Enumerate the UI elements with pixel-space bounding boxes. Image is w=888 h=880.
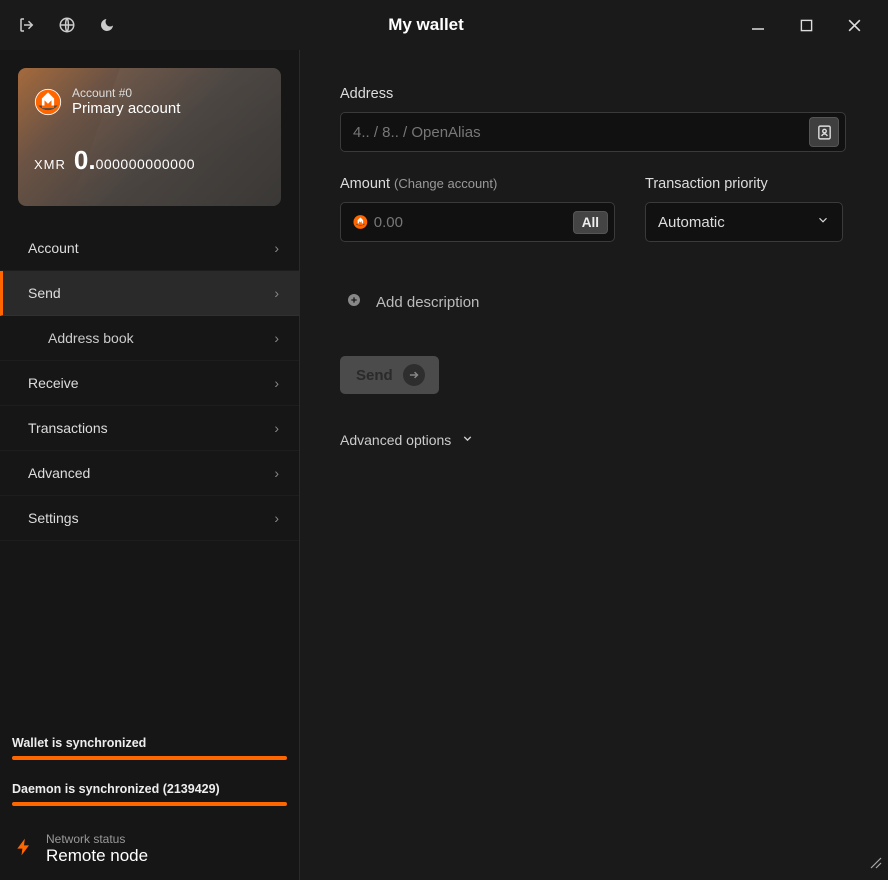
chevron-right-icon: › <box>274 375 279 391</box>
network-status[interactable]: Network status Remote node <box>0 828 299 880</box>
advanced-options-toggle[interactable]: Advanced options <box>340 432 848 448</box>
change-account-link[interactable]: (Change account) <box>394 176 497 191</box>
plus-circle-icon <box>346 292 362 312</box>
amount-all-button[interactable]: All <box>573 211 608 234</box>
account-name: Primary account <box>72 100 180 117</box>
nav-receive[interactable]: Receive › <box>0 361 299 406</box>
priority-label: Transaction priority <box>645 176 843 192</box>
moon-icon[interactable] <box>96 14 118 36</box>
amount-label: Amount (Change account) <box>340 176 615 192</box>
chevron-right-icon: › <box>274 330 279 346</box>
nav-transactions[interactable]: Transactions › <box>0 406 299 451</box>
chevron-down-icon <box>461 432 474 448</box>
chevron-right-icon: › <box>274 420 279 436</box>
wallet-sync-status: Wallet is synchronized <box>0 736 299 782</box>
window-title: My wallet <box>118 15 734 35</box>
add-description-button[interactable]: Add description <box>340 292 848 312</box>
nav-address-book[interactable]: Address book › <box>0 316 299 361</box>
chevron-down-icon <box>816 213 830 231</box>
maximize-button[interactable] <box>782 5 830 45</box>
daemon-sync-bar <box>12 802 287 806</box>
content-area: Address Amount (Change account) All <box>300 50 888 880</box>
daemon-sync-status: Daemon is synchronized (2139429) <box>0 782 299 828</box>
nav-settings[interactable]: Settings › <box>0 496 299 541</box>
chevron-right-icon: › <box>274 285 279 301</box>
priority-select[interactable]: Automatic <box>645 202 843 242</box>
account-number: Account #0 <box>72 86 180 100</box>
address-input-wrap <box>340 112 846 152</box>
close-button[interactable] <box>830 5 878 45</box>
arrow-right-circle-icon <box>403 364 425 386</box>
minimize-button[interactable] <box>734 5 782 45</box>
wallet-sync-bar <box>12 756 287 760</box>
sidebar: Account #0 Primary account XMR 0.0000000… <box>0 50 300 880</box>
address-label: Address <box>340 86 848 102</box>
amount-input-wrap: All <box>340 202 615 242</box>
nav-advanced[interactable]: Advanced › <box>0 451 299 496</box>
monero-icon <box>353 210 368 234</box>
address-input[interactable] <box>353 124 809 141</box>
monero-logo-icon <box>34 88 62 116</box>
account-balance: XMR 0.000000000000 <box>34 145 265 176</box>
chevron-right-icon: › <box>274 510 279 526</box>
amount-input[interactable] <box>374 214 573 231</box>
send-button[interactable]: Send <box>340 356 439 394</box>
titlebar: My wallet <box>0 0 888 50</box>
lightning-icon <box>14 833 34 866</box>
chevron-right-icon: › <box>274 240 279 256</box>
sidebar-nav: Account › Send › Address book › Receive … <box>0 226 299 541</box>
globe-icon[interactable] <box>56 14 78 36</box>
chevron-right-icon: › <box>274 465 279 481</box>
logout-icon[interactable] <box>16 14 38 36</box>
nav-send[interactable]: Send › <box>0 271 299 316</box>
nav-account[interactable]: Account › <box>0 226 299 271</box>
address-book-button[interactable] <box>809 117 839 147</box>
resize-handle-icon[interactable] <box>868 855 882 874</box>
account-card[interactable]: Account #0 Primary account XMR 0.0000000… <box>18 68 281 206</box>
